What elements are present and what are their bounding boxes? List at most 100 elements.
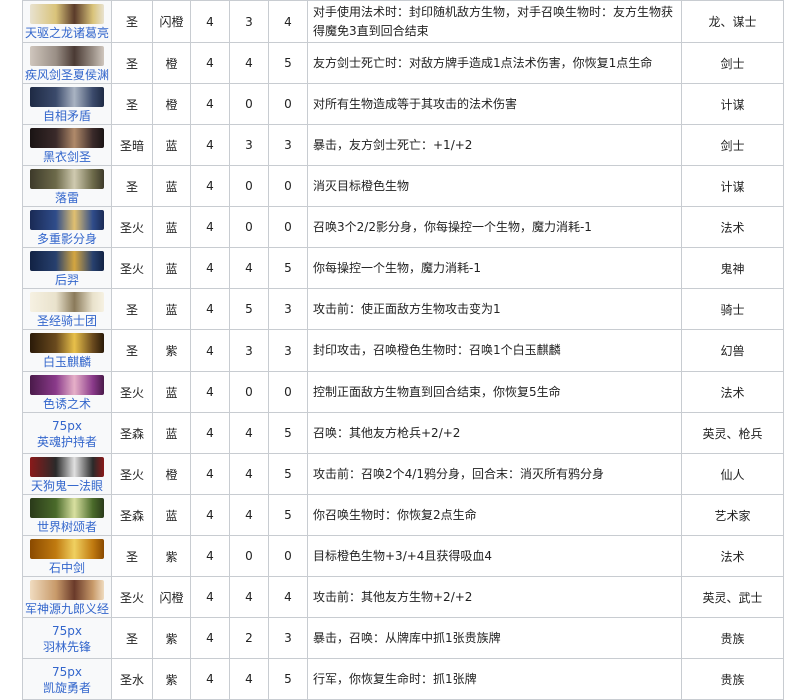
card-name-cell: 白玉麒麟 [22, 329, 112, 372]
card-name-cell: 军神源九郎义经 [22, 576, 112, 618]
card-thumbnail-image[interactable] [30, 579, 104, 600]
faction-cell: 圣火 [111, 453, 153, 495]
card-name-link[interactable]: 圣经骑士团 [24, 313, 111, 329]
tags-cell: 计谋 [681, 165, 784, 207]
attack-cell: 3 [229, 329, 269, 372]
cost-cell: 4 [190, 42, 230, 84]
attack-cell: 4 [229, 658, 269, 700]
card-name-link[interactable]: 自相矛盾 [24, 108, 111, 124]
card-name-link[interactable]: 后羿 [24, 272, 111, 288]
card-thumbnail-image[interactable] [30, 250, 104, 271]
cost-cell: 4 [190, 576, 230, 618]
cost-cell: 4 [190, 617, 230, 659]
table-row: 石中剑圣紫 4 0 0 目标橙色生物+3/+4且获得吸血4 法术 [22, 535, 784, 577]
card-name-link[interactable]: 落雷 [24, 190, 111, 206]
card-image-placeholder[interactable]: 75px [24, 664, 111, 680]
tags-cell: 幻兽 [681, 329, 784, 372]
effect-cell: 暴击，友方剑士死亡：+1/+2 [307, 124, 682, 166]
table-row: 落雷圣蓝 4 0 0 消灭目标橙色生物 计谋 [22, 165, 784, 207]
tags-cell: 法术 [681, 535, 784, 577]
cost-cell: 4 [190, 453, 230, 495]
rarity-cell: 蓝 [152, 206, 191, 248]
card-name-cell: 多重影分身 [22, 206, 112, 248]
card-name-cell: 疾风剑圣夏侯渊 [22, 42, 112, 84]
cost-cell: 4 [190, 165, 230, 207]
table-row: 黑衣剑圣 圣暗蓝 4 3 3 暴击，友方剑士死亡：+1/+2 剑士 [22, 124, 784, 166]
card-name-cell: 后羿 [22, 247, 112, 289]
cost-cell: 4 [190, 371, 230, 413]
card-name-link[interactable]: 多重影分身 [24, 231, 111, 247]
card-thumbnail-image[interactable] [30, 209, 104, 230]
card-thumbnail-image[interactable] [30, 127, 104, 148]
effect-cell: 暴击，召唤：从牌库中抓1张贵族牌 [307, 617, 682, 659]
card-thumbnail-image[interactable] [30, 374, 104, 395]
card-thumbnail-image[interactable] [30, 168, 104, 189]
card-thumbnail-image[interactable] [30, 333, 104, 353]
cost-cell: 4 [190, 658, 230, 700]
faction-cell: 圣 [111, 42, 153, 84]
health-cell: 3 [268, 288, 308, 330]
card-name-link[interactable]: 白玉麒麟 [24, 354, 111, 370]
health-cell: 0 [268, 83, 308, 125]
effect-cell: 封印攻击，召唤橙色生物时：召唤1个白玉麒麟 [307, 329, 682, 372]
card-name-cell: 75px 羽林先锋 [22, 617, 112, 659]
card-thumbnail-image[interactable] [30, 291, 104, 312]
card-name-cell: 色诱之术 [22, 371, 112, 413]
card-name-link[interactable]: 羽林先锋 [24, 639, 111, 655]
table-row: 白玉麒麟圣紫 4 3 3 封印攻击，召唤橙色生物时：召唤1个白玉麒麟 幻兽 [22, 329, 784, 372]
faction-cell: 圣暗 [111, 124, 153, 166]
card-table-page: 天驱之龙诸葛亮圣闪橙 4 3 4 对手使用法术时：封印随机敌方生物，对手召唤生物时：友方… [0, 0, 791, 700]
tags-cell: 法术 [681, 206, 784, 248]
table-row: 75px 凯旋勇者 圣水紫 4 4 5 行军，你恢复生命时：抓1张牌 贵族 [22, 658, 784, 700]
tags-cell: 英灵、武士 [681, 576, 784, 618]
table-row: 圣经骑士团圣蓝 4 5 3 攻击前：使正面敌方生物攻击变为1 骑士 [22, 288, 784, 330]
card-name-link[interactable]: 世界树颂者 [24, 519, 111, 535]
card-name-link[interactable]: 军神源九郎义经 [24, 601, 111, 617]
card-name-link[interactable]: 黑衣剑圣 [24, 149, 111, 165]
effect-cell: 友方剑士死亡时：对敌方牌手造成1点法术伤害，你恢复1点生命 [307, 42, 682, 84]
card-name-cell: 自相矛盾 [22, 83, 112, 125]
effect-cell: 你每操控一个生物，魔力消耗-1 [307, 247, 682, 289]
table-row: 后羿 圣火蓝 4 4 5 你每操控一个生物，魔力消耗-1 鬼神 [22, 247, 784, 289]
health-cell: 3 [268, 124, 308, 166]
card-name-link[interactable]: 疾风剑圣夏侯渊 [24, 67, 111, 83]
health-cell: 3 [268, 617, 308, 659]
card-name-link[interactable]: 石中剑 [24, 560, 111, 576]
rarity-cell: 蓝 [152, 288, 191, 330]
faction-cell: 圣森 [111, 494, 153, 536]
effect-cell: 消灭目标橙色生物 [307, 165, 682, 207]
card-thumbnail-image[interactable] [30, 538, 104, 559]
attack-cell: 0 [229, 535, 269, 577]
card-image-placeholder[interactable]: 75px [24, 418, 111, 434]
effect-cell: 攻击前：使正面敌方生物攻击变为1 [307, 288, 682, 330]
card-image-placeholder[interactable]: 75px [24, 623, 111, 639]
card-name-link[interactable]: 英魂护持者 [24, 434, 111, 450]
faction-cell: 圣火 [111, 371, 153, 413]
card-thumbnail-image[interactable] [30, 456, 104, 477]
attack-cell: 0 [229, 206, 269, 248]
table-row: 自相矛盾圣橙 4 0 0 对所有生物造成等于其攻击的法术伤害 计谋 [22, 83, 784, 125]
tags-cell: 仙人 [681, 453, 784, 495]
attack-cell: 4 [229, 247, 269, 289]
card-thumbnail-image[interactable] [30, 4, 104, 24]
card-name-link[interactable]: 凯旋勇者 [24, 680, 111, 696]
card-name-link[interactable]: 色诱之术 [24, 396, 111, 412]
faction-cell: 圣火 [111, 206, 153, 248]
cost-cell: 4 [190, 329, 230, 372]
card-name-cell: 天狗鬼一法眼 [22, 453, 112, 495]
table-row: 多重影分身 圣火蓝 4 0 0 召唤3个2/2影分身，你每操控一个生物，魔力消耗-1 法术 [22, 206, 784, 248]
faction-cell: 圣 [111, 165, 153, 207]
attack-cell: 2 [229, 617, 269, 659]
faction-cell: 圣水 [111, 658, 153, 700]
card-thumbnail-image[interactable] [30, 45, 104, 66]
effect-cell: 控制正面敌方生物直到回合结束，你恢复5生命 [307, 371, 682, 413]
cost-cell: 4 [190, 83, 230, 125]
card-name-cell: 圣经骑士团 [22, 288, 112, 330]
faction-cell: 圣 [111, 83, 153, 125]
effect-cell: 对手使用法术时：封印随机敌方生物，对手召唤生物时：友方生物获得魔免3直到回合结束 [307, 0, 682, 43]
rarity-cell: 橙 [152, 453, 191, 495]
card-thumbnail-image[interactable] [30, 497, 104, 518]
card-name-link[interactable]: 天狗鬼一法眼 [24, 478, 111, 494]
card-thumbnail-image[interactable] [30, 86, 104, 107]
card-name-link[interactable]: 天驱之龙诸葛亮 [24, 25, 111, 41]
